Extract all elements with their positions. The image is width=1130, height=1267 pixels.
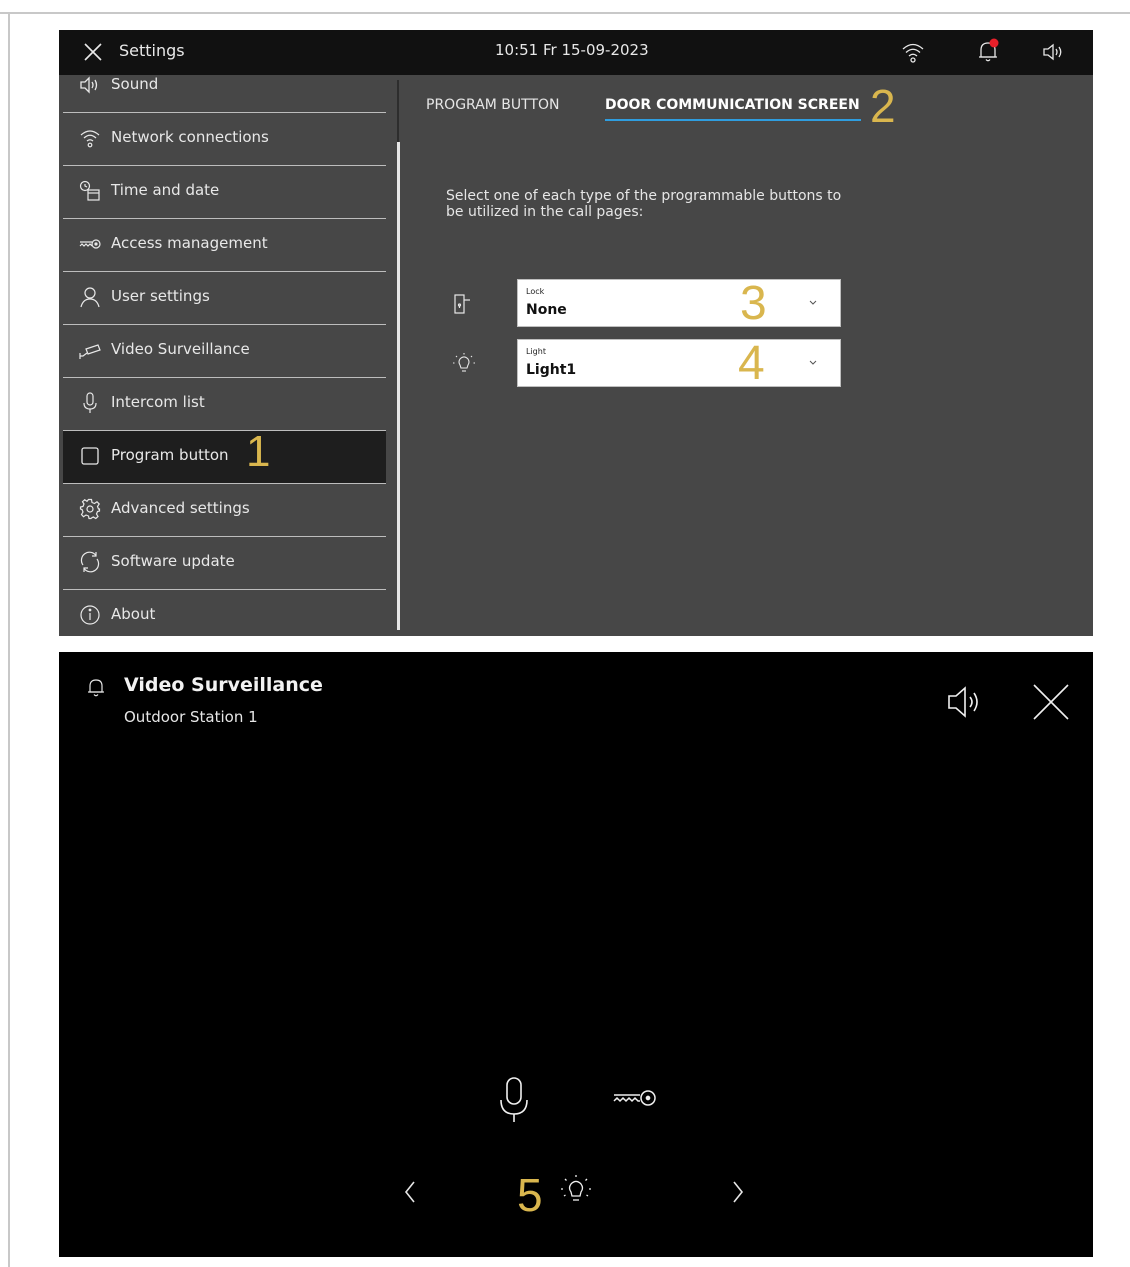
key-icon[interactable]: [612, 1086, 658, 1110]
lock-dropdown[interactable]: Lock None: [517, 279, 841, 327]
settings-sidebar: Sound Network connections Time and date …: [59, 75, 399, 636]
sidebar-item-label: Access management: [111, 234, 268, 252]
sidebar-scrollbar-thumb[interactable]: [397, 142, 400, 630]
sidebar-item-label: Advanced settings: [111, 499, 250, 517]
sidebar-item-advanced-settings[interactable]: Advanced settings: [63, 484, 386, 537]
clock-calendar-icon: [79, 180, 100, 201]
notification-bell-icon[interactable]: [975, 38, 1001, 64]
video-title: Video Surveillance: [124, 674, 323, 696]
sidebar-item-label: Video Surveillance: [111, 340, 250, 358]
sidebar-item-time-and-date[interactable]: Time and date: [63, 166, 386, 219]
sidebar-item-intercom-list[interactable]: Intercom list: [63, 378, 386, 431]
gear-icon: [79, 498, 101, 520]
settings-title: Settings: [119, 41, 185, 60]
square-icon: [81, 447, 99, 465]
light-dropdown[interactable]: Light Light1: [517, 339, 841, 387]
frame-border-top: [0, 12, 1130, 14]
tab-door-communication-screen[interactable]: DOOR COMMUNICATION SCREEN: [605, 97, 860, 113]
speaker-icon: [80, 76, 98, 94]
sidebar-item-access-management[interactable]: Access management: [63, 219, 386, 272]
active-tab-indicator: [605, 119, 861, 121]
step-marker-3: 3: [740, 277, 767, 330]
chevron-right-icon[interactable]: [729, 1178, 747, 1206]
wifi-icon: [80, 130, 100, 148]
sidebar-item-software-update[interactable]: Software update: [63, 537, 386, 590]
sidebar-item-network-connections[interactable]: Network connections: [63, 113, 386, 166]
video-surveillance-screen: Video Surveillance Outdoor Station 1: [59, 652, 1093, 1257]
datetime: 10:51 Fr 15-09-2023: [495, 41, 649, 59]
dropdown-value: None: [526, 302, 567, 318]
dropdown-value: Light1: [526, 362, 577, 378]
sidebar-item-program-button[interactable]: Program button: [63, 431, 386, 484]
sidebar-item-label: Intercom list: [111, 393, 205, 411]
settings-screen: Settings 10:51 Fr 15-09-2023 Sound Netwo…: [59, 30, 1093, 636]
sidebar-item-label: Network connections: [111, 128, 269, 146]
info-icon: [80, 605, 100, 625]
sidebar-item-label: User settings: [111, 287, 210, 305]
tab-program-button[interactable]: PROGRAM BUTTON: [426, 97, 560, 113]
sidebar-item-label: Software update: [111, 552, 235, 570]
sidebar-item-label: About: [111, 605, 156, 623]
sidebar-item-label: Sound: [111, 75, 159, 93]
key-icon: [79, 239, 101, 249]
sidebar-item-about[interactable]: About: [63, 590, 386, 636]
dropdown-caption: Lock: [526, 287, 545, 296]
sidebar-item-label: Time and date: [111, 181, 220, 199]
dropdown-caption: Light: [526, 347, 546, 356]
refresh-icon: [80, 551, 100, 573]
speaker-icon[interactable]: [1041, 40, 1065, 64]
close-icon[interactable]: [83, 42, 103, 62]
chevron-left-icon[interactable]: [401, 1178, 419, 1206]
chevron-down-icon: [809, 300, 817, 305]
sidebar-item-video-surveillance[interactable]: Video Surveillance: [63, 325, 386, 378]
description-text: Select one of each type of the programma…: [446, 188, 842, 220]
sidebar-item-user-settings[interactable]: User settings: [63, 272, 386, 325]
microphone-icon: [83, 392, 97, 413]
frame-border-left: [8, 12, 10, 1267]
microphone-icon[interactable]: [496, 1076, 532, 1124]
chevron-down-icon: [809, 360, 817, 365]
user-icon: [80, 287, 100, 308]
step-marker-1: 1: [246, 427, 271, 476]
door-lock-icon: [454, 294, 470, 314]
bell-icon: [88, 679, 104, 697]
step-marker-2: 2: [870, 80, 896, 132]
camera-icon: [79, 344, 101, 359]
video-subtitle: Outdoor Station 1: [124, 708, 258, 726]
light-bulb-icon: [453, 353, 475, 372]
sidebar-item-sound[interactable]: Sound: [63, 60, 386, 113]
sidebar-item-label: Program button: [111, 446, 229, 464]
light-bulb-icon[interactable]: [559, 1174, 593, 1208]
speaker-icon[interactable]: [943, 682, 987, 722]
wifi-icon[interactable]: [901, 40, 925, 64]
close-icon[interactable]: [1031, 682, 1071, 722]
step-marker-4: 4: [738, 337, 765, 390]
step-marker-5: 5: [517, 1169, 543, 1221]
